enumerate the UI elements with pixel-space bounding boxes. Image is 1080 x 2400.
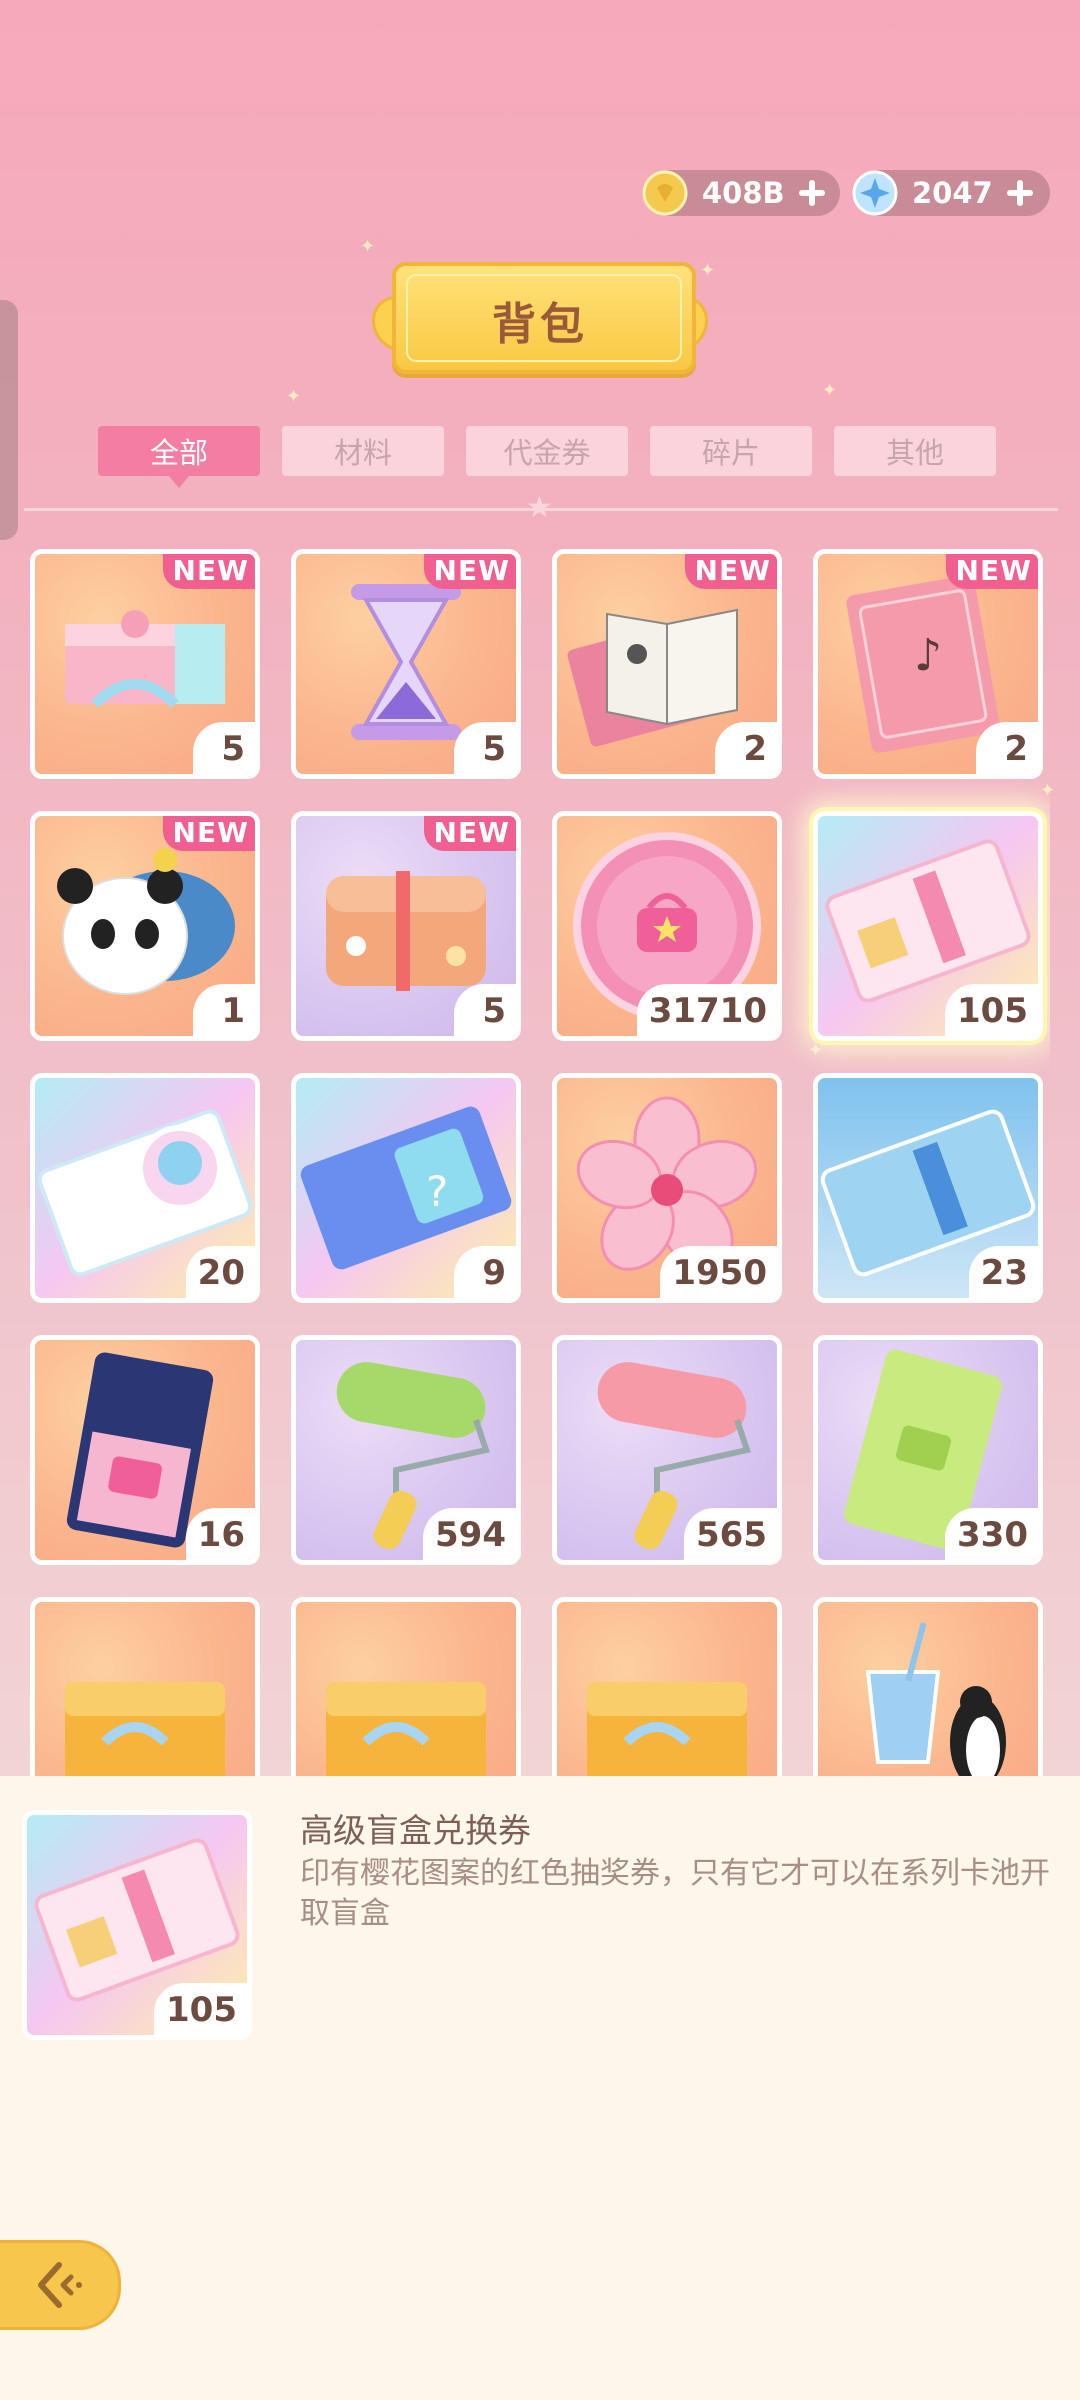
- detail-item-count: 105: [154, 1983, 247, 2035]
- category-tabs: 全部 材料 代金券 碎片 其他: [98, 426, 996, 488]
- inventory-item[interactable]: NEW 5: [291, 811, 521, 1041]
- tab-all[interactable]: 全部: [98, 426, 260, 488]
- gold-currency: 408B: [642, 170, 840, 216]
- item-detail-panel: 105 高级盲盒兑换券 印有樱花图案的红色抽奖券，只有它才可以在系列卡池开取盲盒: [0, 1776, 1080, 2400]
- back-button[interactable]: [0, 2240, 121, 2330]
- side-drawer-handle[interactable]: [0, 300, 18, 540]
- new-badge: NEW: [162, 554, 255, 589]
- inventory-grid: NEW 5 NEW 5 NEW 2 ♪ NEW 2 NEW 1 NEW 5 31…: [30, 549, 1050, 1776]
- item-count: 5: [193, 722, 255, 774]
- inventory-item[interactable]: [813, 1597, 1043, 1776]
- gold-amount: 408B: [702, 176, 785, 210]
- item-count: 5: [454, 984, 516, 1036]
- page-title-plaque: 背包: [372, 256, 708, 374]
- tab-materials[interactable]: 材料: [282, 426, 444, 476]
- item-count: 2: [976, 722, 1038, 774]
- inventory-item[interactable]: 1950: [552, 1073, 782, 1303]
- inventory-item[interactable]: ? 9: [291, 1073, 521, 1303]
- item-count: 565: [684, 1508, 777, 1560]
- orange-gift-box-icon: [65, 1682, 225, 1776]
- star-icon: ★: [526, 490, 553, 525]
- item-count: 594: [423, 1508, 516, 1560]
- gold-coin-icon: [642, 170, 688, 216]
- inventory-item[interactable]: [291, 1597, 521, 1776]
- item-count: 5: [454, 722, 516, 774]
- new-badge: NEW: [423, 816, 516, 851]
- svg-text:♪: ♪: [914, 630, 942, 681]
- blue-gem-icon: [852, 170, 898, 216]
- new-badge: NEW: [684, 554, 777, 589]
- inventory-item[interactable]: NEW 2: [552, 549, 782, 779]
- inventory-item[interactable]: 594: [291, 1335, 521, 1565]
- inventory-item[interactable]: NEW 5: [291, 549, 521, 779]
- inventory-item[interactable]: NEW 5: [30, 549, 260, 779]
- item-count: 2: [715, 722, 777, 774]
- tab-fragments[interactable]: 碎片: [650, 426, 812, 476]
- new-badge: NEW: [162, 816, 255, 851]
- detail-item-thumbnail: 105: [22, 1810, 252, 2040]
- tab-others[interactable]: 其他: [834, 426, 996, 476]
- item-count: 16: [185, 1508, 255, 1560]
- item-count: 105: [945, 984, 1038, 1036]
- inventory-item[interactable]: 23: [813, 1073, 1043, 1303]
- sparkle: ✦: [286, 386, 302, 407]
- back-arrow-icon: [38, 2262, 82, 2308]
- sparkle: ✦: [822, 380, 838, 401]
- inventory-item[interactable]: ♪ NEW 2: [813, 549, 1043, 779]
- orange-gift-box-icon: [587, 1682, 747, 1776]
- detail-item-description: 印有樱花图案的红色抽奖券，只有它才可以在系列卡池开取盲盒: [300, 1856, 1050, 1931]
- inventory-item[interactable]: 330: [813, 1335, 1043, 1565]
- item-count: 1950: [660, 1246, 777, 1298]
- new-badge: NEW: [945, 554, 1038, 589]
- inventory-item[interactable]: 20: [30, 1073, 260, 1303]
- gem-currency: 2047: [852, 170, 1050, 216]
- inventory-item-selected[interactable]: 105: [813, 811, 1043, 1041]
- add-gem-button[interactable]: [1006, 180, 1033, 206]
- item-count: 1: [193, 984, 255, 1036]
- detail-item-name: 高级盲盒兑换券: [300, 1811, 531, 1850]
- item-count: 23: [968, 1246, 1038, 1298]
- page-title: 背包: [492, 299, 588, 350]
- gem-amount: 2047: [912, 176, 993, 210]
- inventory-item[interactable]: 16: [30, 1335, 260, 1565]
- tab-vouchers[interactable]: 代金券: [466, 426, 628, 476]
- item-count: 31710: [636, 984, 777, 1036]
- inventory-item[interactable]: [552, 1597, 782, 1776]
- inventory-item[interactable]: [30, 1597, 260, 1776]
- inventory-item[interactable]: NEW 1: [30, 811, 260, 1041]
- inventory-item[interactable]: 565: [552, 1335, 782, 1565]
- item-count: 9: [454, 1246, 516, 1298]
- item-count: 20: [185, 1246, 255, 1298]
- new-badge: NEW: [423, 554, 516, 589]
- add-gold-button[interactable]: [798, 180, 825, 206]
- orange-gift-box-icon: [326, 1682, 486, 1776]
- inventory-item[interactable]: 31710: [552, 811, 782, 1041]
- penguin-drink-icon: [865, 1622, 1006, 1776]
- sparkle: ✦: [360, 236, 376, 257]
- item-count: 330: [945, 1508, 1038, 1560]
- svg-text:?: ?: [426, 1167, 448, 1216]
